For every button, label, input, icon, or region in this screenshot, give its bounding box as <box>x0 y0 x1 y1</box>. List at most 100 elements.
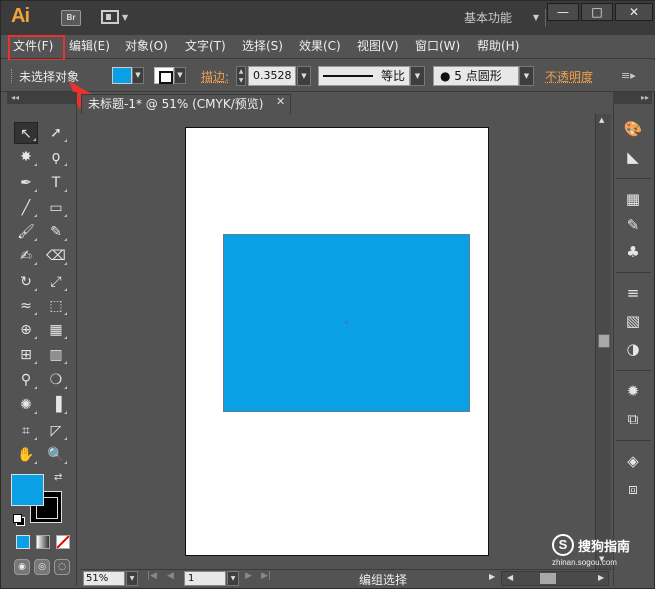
canvas-area[interactable] <box>81 114 595 569</box>
column-graph-tool-icon[interactable]: ▐ <box>44 394 68 416</box>
width-tool-icon[interactable]: ≈ <box>14 295 38 317</box>
chevron-down-icon[interactable]: ▼ <box>410 66 425 86</box>
current-tool-status[interactable]: 编组选择 <box>359 571 407 588</box>
direct-selection-tool-icon[interactable]: ➚ <box>44 122 68 144</box>
artboards-panel-icon[interactable]: ⧈ <box>622 478 644 500</box>
layers-panel-icon[interactable]: ◈ <box>622 450 644 472</box>
gradient-panel-icon[interactable]: ▧ <box>622 310 644 332</box>
artboard-tool-icon[interactable]: ⌗ <box>14 420 38 442</box>
status-menu-icon[interactable]: ▶ <box>489 572 495 581</box>
draw-normal-button[interactable]: ◉ <box>14 559 30 575</box>
selection-tool-icon[interactable]: ↖ <box>14 122 38 144</box>
color-mode-button[interactable] <box>16 535 30 549</box>
artboard-number-input[interactable]: 1 <box>184 571 226 586</box>
grip-handle[interactable] <box>11 69 14 83</box>
blend-tool-icon[interactable]: ❍ <box>44 369 68 391</box>
appearance-panel-icon[interactable]: ✹ <box>622 380 644 402</box>
brush-definition[interactable]: ● 5 点圆形 <box>433 66 519 86</box>
scale-tool-icon[interactable]: ⤢ <box>44 271 68 293</box>
menu-edit[interactable]: 编辑(E) <box>69 35 110 59</box>
next-artboard-icon[interactable]: ▶ <box>245 571 252 581</box>
panel-menu-icon[interactable]: ≡▸ <box>621 69 636 82</box>
slice-tool-icon[interactable]: ◸ <box>44 420 68 442</box>
none-mode-button[interactable] <box>56 535 70 549</box>
workspace-switcher[interactable]: 基本功能 ▼ <box>464 9 546 27</box>
draw-behind-button[interactable]: ◎ <box>34 559 50 575</box>
swatches-panel-icon[interactable]: ▦ <box>622 188 644 210</box>
free-transform-tool-icon[interactable]: ⬚ <box>44 295 68 317</box>
menu-type[interactable]: 文字(T) <box>185 35 226 59</box>
zoom-input[interactable]: 51% <box>83 571 125 586</box>
panel-collapse-strip[interactable]: ▸▸ <box>613 92 652 104</box>
shape-builder-tool-icon[interactable]: ⊕ <box>14 319 38 341</box>
scroll-left-icon[interactable]: ◀ <box>507 573 513 582</box>
brushes-panel-icon[interactable]: ✎ <box>622 214 644 236</box>
symbol-sprayer-tool-icon[interactable]: ✺ <box>14 394 38 416</box>
opacity-panel-link[interactable]: 不透明度 <box>545 68 593 85</box>
first-artboard-icon[interactable]: |◀ <box>147 571 157 581</box>
mesh-tool-icon[interactable]: ⊞ <box>14 344 38 366</box>
type-tool-icon[interactable]: T <box>44 172 68 194</box>
chevron-down-icon[interactable]: ▼ <box>126 571 138 586</box>
previous-artboard-icon[interactable]: ◀ <box>167 571 174 581</box>
blob-brush-tool-icon[interactable]: ✍ <box>14 245 38 267</box>
fill-swatch-large[interactable] <box>11 474 44 506</box>
bridge-button[interactable]: Br <box>61 10 81 26</box>
line-tool-icon[interactable]: ╱ <box>14 197 38 219</box>
chevron-down-icon[interactable]: ▼ <box>519 66 534 86</box>
gradient-mode-button[interactable] <box>36 535 50 549</box>
pencil-tool-icon[interactable]: ✎ <box>44 221 68 243</box>
scroll-right-icon[interactable]: ▶ <box>598 573 604 582</box>
lasso-tool-icon[interactable]: ϙ <box>44 146 68 168</box>
menu-object[interactable]: 对象(O) <box>125 35 168 59</box>
document-tab[interactable]: 未标题-1* @ 51% (CMYK/预览) <box>81 94 291 114</box>
scroll-up-icon[interactable]: ▲ <box>599 116 604 124</box>
arrange-documents-button[interactable]: ▼ <box>101 10 129 26</box>
chevron-down-icon[interactable]: ▼ <box>132 67 144 84</box>
graphic-styles-panel-icon[interactable]: ⧉ <box>622 408 644 430</box>
menu-effect[interactable]: 效果(C) <box>299 35 341 59</box>
menu-view[interactable]: 视图(V) <box>357 35 399 59</box>
close-button[interactable]: ✕ <box>615 3 653 21</box>
paintbrush-tool-icon[interactable]: 🖌 <box>14 221 38 243</box>
color-panel-icon[interactable]: 🎨 <box>622 118 644 140</box>
chevron-down-icon[interactable]: ▼ <box>227 571 239 586</box>
zoom-tool-icon[interactable]: 🔍 <box>44 444 68 466</box>
chevron-down-icon[interactable]: ▼ <box>174 67 186 84</box>
eyedropper-tool-icon[interactable]: ⚲ <box>14 369 38 391</box>
minimize-button[interactable]: — <box>547 3 579 21</box>
menu-window[interactable]: 窗口(W) <box>415 35 460 59</box>
last-artboard-icon[interactable]: ▶| <box>261 571 271 581</box>
rotate-tool-icon[interactable]: ↻ <box>14 271 38 293</box>
hand-tool-icon[interactable]: ✋ <box>14 444 38 466</box>
gradient-tool-icon[interactable]: ▥ <box>44 344 68 366</box>
scroll-thumb[interactable] <box>540 573 556 584</box>
stroke-panel-link[interactable]: 描边: <box>201 68 229 85</box>
draw-inside-button[interactable]: ◌ <box>54 559 70 575</box>
pen-tool-icon[interactable]: ✒ <box>14 172 38 194</box>
stroke-color-swatch[interactable] <box>154 67 174 84</box>
swap-fill-stroke-icon[interactable]: ⇄ <box>54 472 62 483</box>
eraser-tool-icon[interactable]: ⌫ <box>44 245 68 267</box>
horizontal-scrollbar[interactable]: ◀ ▶ <box>501 571 609 586</box>
stroke-weight-input[interactable]: 0.3528 <box>248 66 296 86</box>
variable-width-profile[interactable]: 等比 <box>318 66 410 86</box>
scroll-thumb[interactable] <box>598 334 610 348</box>
menu-select[interactable]: 选择(S) <box>242 35 283 59</box>
color-guide-icon[interactable]: ◣ <box>622 146 644 168</box>
toolbar-collapse-strip[interactable]: ◂◂ <box>7 92 77 104</box>
maximize-button[interactable]: □ <box>581 3 613 21</box>
magic-wand-tool-icon[interactable]: ✸ <box>14 146 38 168</box>
rectangle-tool-icon[interactable]: ▭ <box>44 197 68 219</box>
stroke-weight-stepper[interactable]: ▲ ▼ <box>236 66 246 86</box>
close-icon[interactable]: ✕ <box>276 95 285 108</box>
symbols-panel-icon[interactable]: ♣ <box>622 241 644 263</box>
fill-color-swatch[interactable] <box>112 67 132 84</box>
stroke-panel-icon[interactable]: ≡ <box>622 282 644 304</box>
vertical-scrollbar[interactable]: ▲ ▼ <box>595 114 611 569</box>
chevron-down-icon[interactable]: ▼ <box>297 66 311 86</box>
transparency-panel-icon[interactable]: ◑ <box>622 338 644 360</box>
menu-help[interactable]: 帮助(H) <box>477 35 519 59</box>
perspective-grid-tool-icon[interactable]: ▦ <box>44 319 68 341</box>
default-fill-stroke-icon[interactable] <box>13 514 25 526</box>
